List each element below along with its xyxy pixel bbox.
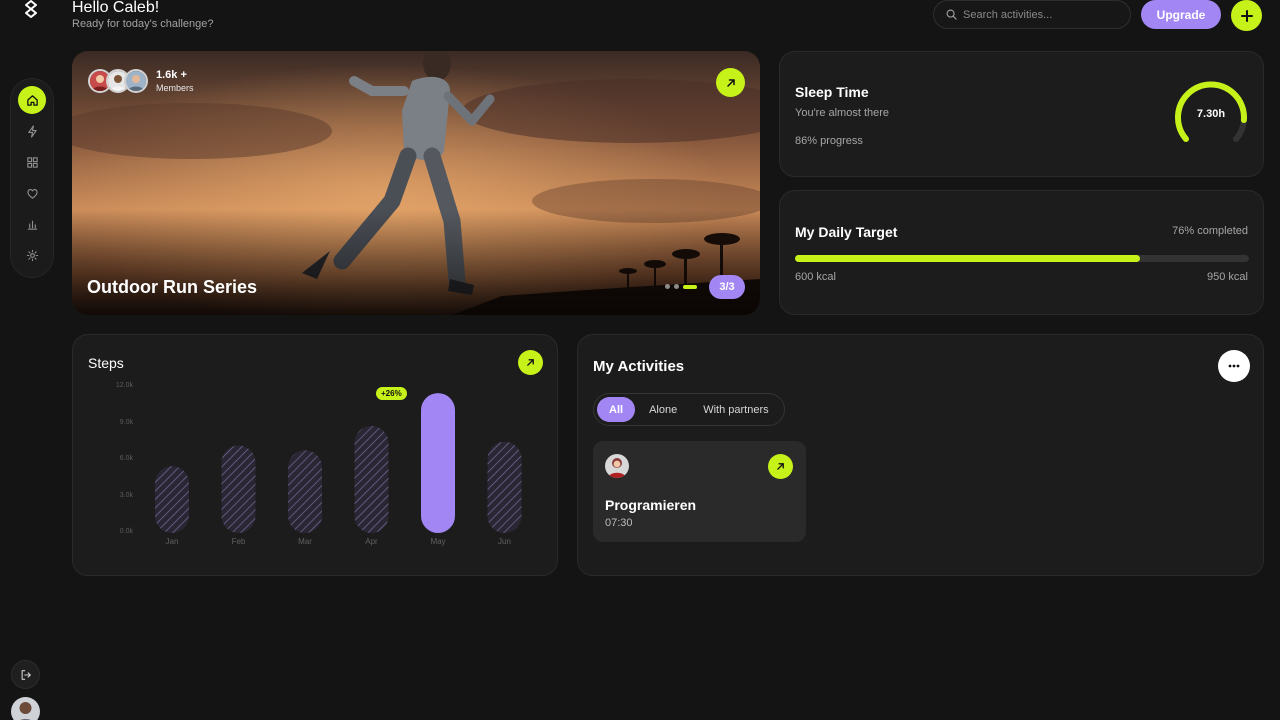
more-options-button[interactable]: [1218, 350, 1250, 382]
target-current: 600 kcal: [795, 271, 836, 283]
members-group[interactable]: 1.6k + Members: [88, 69, 194, 93]
sleep-card: Sleep Time You're almost there 86% progr…: [779, 51, 1264, 177]
sidebar-item-dashboard[interactable]: [18, 148, 46, 176]
sleep-value: 7.30h: [1196, 108, 1226, 120]
avatar-icon: [605, 454, 629, 478]
activity-title: Programieren: [605, 497, 697, 513]
sidebar-item-favorites[interactable]: [18, 179, 46, 207]
target-progress-bar: [795, 255, 1249, 262]
target-goal: 950 kcal: [1207, 271, 1248, 283]
logout-icon: [21, 669, 31, 680]
steps-card: Steps 12.0k 9.0k 6.0k 3.0k 0.0k Jan Feb Mar Apr M…: [72, 334, 558, 576]
more-icon: [1228, 364, 1240, 368]
add-button[interactable]: [1231, 0, 1262, 31]
filter-with-partners[interactable]: With partners: [691, 397, 780, 422]
avatar-icon: [11, 697, 40, 720]
heart-icon: [26, 188, 38, 199]
steps-chart: 12.0k 9.0k 6.0k 3.0k 0.0k Jan Feb Mar Apr May +26%…: [73, 335, 559, 577]
app-logo[interactable]: [22, 0, 40, 18]
activity-time: 07:30: [605, 517, 633, 529]
target-completed-text: 76% completed: [1172, 225, 1248, 237]
activity-item[interactable]: Programieren 07:30: [593, 441, 806, 542]
bar[interactable]: [487, 441, 522, 533]
sidebar-nav: [10, 78, 54, 278]
hero-card[interactable]: 1.6k + Members Outdoor Run Series 3/3: [72, 51, 760, 315]
lightning-icon: [27, 124, 37, 138]
filter-alone[interactable]: Alone: [637, 397, 689, 422]
arrow-up-right-icon: [726, 78, 735, 87]
activity-avatar: [605, 454, 629, 478]
arrow-up-right-icon: [777, 463, 784, 470]
search-icon: [946, 9, 957, 20]
activity-filters: All Alone With partners: [593, 393, 785, 426]
gear-icon: [26, 249, 38, 261]
bar-highlighted[interactable]: [421, 393, 455, 533]
grid-icon: [26, 156, 38, 168]
sidebar-item-activity[interactable]: [18, 117, 46, 145]
greeting-title: Hello Caleb!: [72, 0, 160, 16]
sleep-progress-text: 86% progress: [795, 135, 863, 147]
bar[interactable]: [221, 445, 256, 533]
carousel-dot-active[interactable]: [683, 284, 697, 289]
search-input[interactable]: [963, 8, 1123, 21]
bar-chart-icon: [27, 220, 37, 230]
hero-open-button[interactable]: [716, 68, 745, 97]
activities-title: My Activities: [593, 358, 685, 375]
plus-icon: [1240, 9, 1253, 22]
activity-open-button[interactable]: [768, 454, 793, 479]
upgrade-button[interactable]: Upgrade: [1141, 0, 1221, 29]
filter-all[interactable]: All: [597, 397, 636, 422]
target-progress-fill: [795, 255, 1141, 262]
carousel-dot[interactable]: [674, 284, 679, 289]
hero-title: Outdoor Run Series: [87, 277, 258, 297]
carousel-dots[interactable]: [665, 284, 697, 289]
logo-icon: [25, 0, 37, 18]
sidebar-item-settings[interactable]: [18, 241, 46, 269]
bar[interactable]: [155, 466, 189, 533]
avatar-icon: [126, 71, 146, 91]
sleep-subtitle: You're almost there: [795, 107, 890, 119]
target-title: My Daily Target: [795, 224, 898, 240]
carousel-dot[interactable]: [665, 284, 670, 289]
sleep-title: Sleep Time: [795, 84, 869, 100]
daily-target-card: My Daily Target 76% completed 600 kcal 9…: [779, 190, 1264, 315]
bar[interactable]: [354, 425, 389, 533]
greeting-subtitle: Ready for today's challenge?: [72, 18, 214, 30]
sidebar-item-home[interactable]: [18, 86, 46, 114]
home-icon: [26, 94, 38, 106]
sidebar-item-stats[interactable]: [18, 210, 46, 238]
bar[interactable]: [288, 450, 322, 533]
activities-card: My Activities All Alone With partners Pr…: [577, 334, 1264, 576]
logout-button[interactable]: [11, 660, 40, 689]
members-label: Members: [156, 83, 194, 93]
steps-bars: [155, 393, 522, 533]
member-avatar: [124, 69, 148, 93]
user-avatar[interactable]: [11, 697, 40, 720]
search-box[interactable]: [933, 0, 1131, 29]
carousel-pager: 3/3: [709, 275, 745, 299]
members-count: 1.6k +: [156, 69, 187, 81]
